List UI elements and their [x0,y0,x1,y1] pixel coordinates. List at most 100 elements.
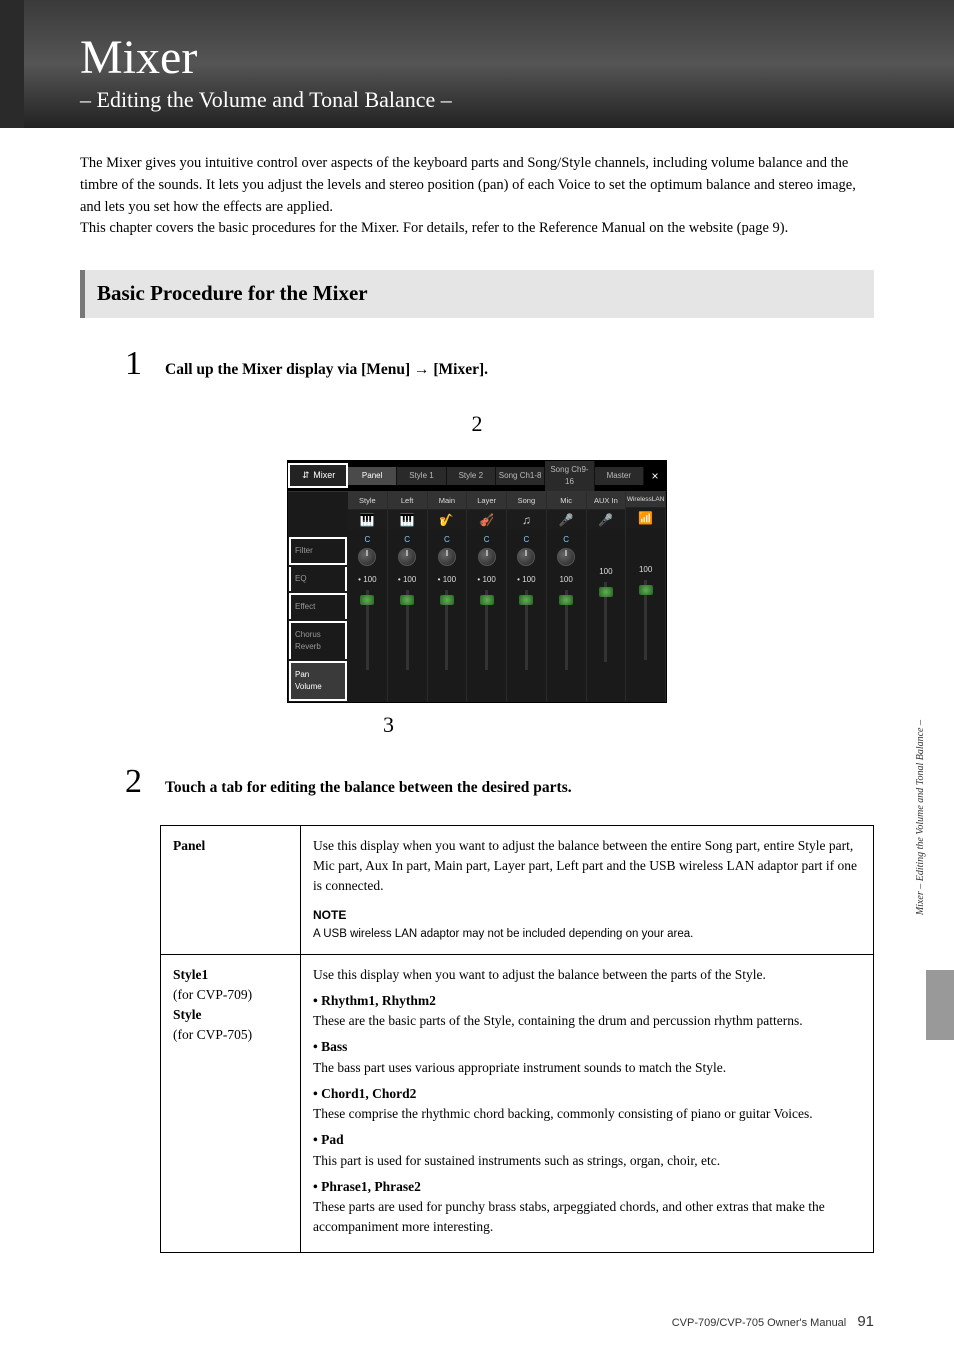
bullet-body: This part is used for sustained instrume… [313,1151,861,1171]
channel-pan: C [404,534,410,546]
channel-label: WirelessLAN [626,492,665,509]
channel-volume: 100 [559,574,572,586]
note-label: NOTE [313,906,861,924]
table-row-panel: Panel Use this display when you want to … [161,825,874,954]
page-title: Mixer [80,30,914,85]
channel-icon: 🎻 [467,510,506,530]
mixer-side-menu: Filter EQ Effect Chorus Reverb Pan Volum… [288,492,348,702]
bullet-title: • Phrase1, Phrase2 [313,1177,861,1197]
step-number: 1 [125,338,147,389]
row-intro: Use this display when you want to adjust… [313,965,861,985]
annotation-callout-2: 2 [80,407,874,440]
channel-pan: C [444,534,450,546]
side-vertical-label: Mixer – Editing the Volume and Tonal Bal… [915,720,926,915]
side-item-eq[interactable]: EQ [289,567,347,591]
tab-panel[interactable]: Panel [348,467,397,485]
volume-slider[interactable] [565,590,568,670]
bullet-body: These comprise the rhythmic chord backin… [313,1104,861,1124]
tab-master[interactable]: Master [595,467,644,485]
table-row-style: Style1 (for CVP-709) Style (for CVP-705)… [161,954,874,1252]
pan-knob[interactable] [358,548,376,566]
channel-label: Song [507,492,546,510]
description-table: Panel Use this display when you want to … [160,825,874,1253]
side-item-filter[interactable]: Filter [289,537,347,565]
row-heading: Panel [161,825,301,954]
channel-label: Layer [467,492,506,510]
bullet-body: These parts are used for punchy brass st… [313,1197,861,1238]
channel-icon: 🎹 [388,510,427,530]
volume-slider[interactable] [445,590,448,670]
pan-knob[interactable] [557,548,575,566]
page-number: 91 [857,1313,874,1330]
page-footer: CVP-709/CVP-705 Owner's Manual 91 [0,1273,954,1360]
step-text: Touch a tab for editing the balance betw… [165,768,572,799]
tab-style1[interactable]: Style 1 [397,467,446,485]
mixer-tabs-row: ⇵ Mixer Panel Style 1 Style 2 Song Ch1-8… [288,461,666,492]
close-icon[interactable]: × [644,465,666,487]
channel-volume: • 100 [477,574,495,586]
row-description: Use this display when you want to adjust… [301,825,874,954]
channel-style: Style 🎹 C • 100 [348,492,388,702]
channel-wireless-lan: WirelessLAN 📶 100 [626,492,666,702]
channel-icon: 🎷 [428,510,467,530]
channel-mic: Mic 🎤 C 100 [547,492,587,702]
channel-label: Style [348,492,387,510]
bullet-body: The bass part uses various appropriate i… [313,1058,861,1078]
footer-doc-name: CVP-709/CVP-705 Owner's Manual [672,1317,847,1329]
side-item-pan-volume[interactable]: Pan Volume [289,661,347,701]
row-heading: Style1 (for CVP-709) Style (for CVP-705) [161,954,301,1252]
page-header: Mixer – Editing the Volume and Tonal Bal… [0,0,954,128]
intro-paragraph: The Mixer gives you intuitive control ov… [80,153,874,240]
pan-knob[interactable] [517,548,535,566]
bullet-body: These are the basic parts of the Style, … [313,1011,861,1031]
mixer-sliders-icon: ⇵ [301,469,311,483]
side-item-chorus-reverb[interactable]: Chorus Reverb [289,621,347,659]
mixer-title: ⇵ Mixer [288,463,348,489]
volume-slider[interactable] [644,580,647,660]
volume-slider[interactable] [604,582,607,662]
channel-volume: • 100 [438,574,456,586]
channel-volume: • 100 [517,574,535,586]
channel-icon: ♫ [507,510,546,530]
wifi-icon: 📶 [626,508,665,528]
bullet-title: • Chord1, Chord2 [313,1084,861,1104]
side-item-effect[interactable]: Effect [289,593,347,619]
channel-volume: 100 [639,564,652,576]
channel-main: Main 🎷 C • 100 [428,492,468,702]
channel-pan: C [563,534,569,546]
step-number: 2 [125,756,147,807]
volume-slider[interactable] [406,590,409,670]
page-subtitle: – Editing the Volume and Tonal Balance – [80,87,914,113]
pan-knob[interactable] [478,548,496,566]
tab-song-ch9-16[interactable]: Song Ch9-16 [545,461,594,491]
channel-volume: • 100 [358,574,376,586]
pan-knob[interactable] [398,548,416,566]
channel-pan: C [484,534,490,546]
tab-style2[interactable]: Style 2 [447,467,496,485]
volume-slider[interactable] [525,590,528,670]
bullet-title: • Bass [313,1037,861,1057]
channel-aux-in: AUX In 🎤 100 [587,492,627,702]
channel-label: Left [388,492,427,510]
channel-label: Mic [547,492,586,510]
volume-slider[interactable] [485,590,488,670]
step-text: Call up the Mixer display via [Menu] → [… [165,350,488,381]
volume-slider[interactable] [366,590,369,670]
channel-icon: 🎹 [348,510,387,530]
header-accent [0,0,24,128]
section-heading: Basic Procedure for the Mixer [80,270,874,318]
channel-left: Left 🎹 C • 100 [388,492,428,702]
channel-volume: • 100 [398,574,416,586]
channel-label: AUX In [587,492,626,510]
channel-label: Main [428,492,467,510]
bullet-title: • Rhythm1, Rhythm2 [313,991,861,1011]
annotation-callout-3: 3 [383,708,874,741]
tab-song-ch1-8[interactable]: Song Ch1-8 [496,467,545,485]
pan-knob[interactable] [438,548,456,566]
step-2: 2 Touch a tab for editing the balance be… [125,756,874,807]
row-description: Use this display when you want to adjust… [301,954,874,1252]
channel-icon: 🎤 [547,510,586,530]
desc-text: Use this display when you want to adjust… [313,836,861,897]
step-1: 1 Call up the Mixer display via [Menu] →… [125,338,874,389]
channel-volume: 100 [599,566,612,578]
